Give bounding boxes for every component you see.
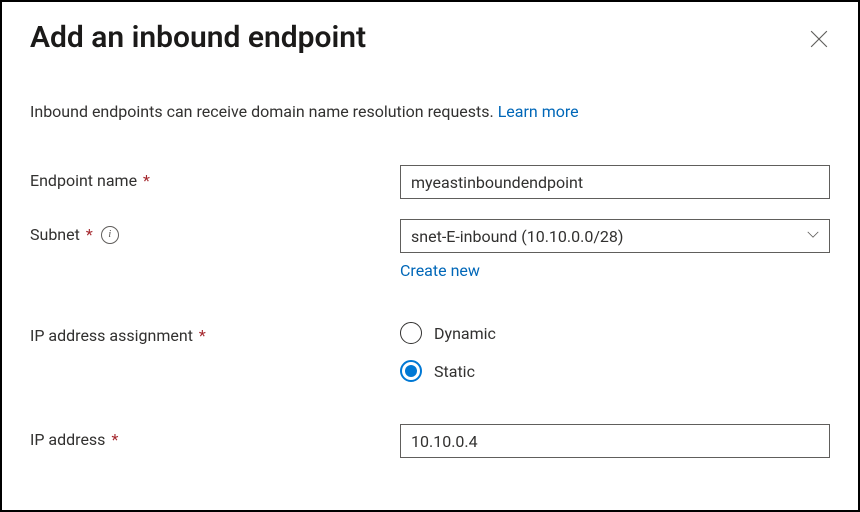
endpoint-name-control <box>400 165 830 199</box>
ip-address-label: IP address * <box>30 424 400 449</box>
required-asterisk: * <box>143 171 150 190</box>
info-icon[interactable]: i <box>101 226 119 244</box>
required-asterisk: * <box>111 430 118 449</box>
endpoint-name-label-text: Endpoint name <box>30 171 137 190</box>
radio-static-label: Static <box>434 362 475 381</box>
ip-address-label-text: IP address <box>30 430 105 449</box>
subnet-dropdown[interactable]: snet-E-inbound (10.10.0.0/28) <box>400 219 830 253</box>
subnet-label: Subnet * i <box>30 219 400 244</box>
row-ip-address: IP address * <box>30 424 830 458</box>
ip-address-input[interactable] <box>400 424 830 458</box>
row-subnet: Subnet * i snet-E-inbound (10.10.0.0/28)… <box>30 219 830 280</box>
form: Endpoint name * Subnet * i snet-E-inboun… <box>30 165 830 458</box>
close-icon <box>810 36 828 51</box>
create-new-subnet-link[interactable]: Create new <box>400 261 480 280</box>
learn-more-link[interactable]: Learn more <box>498 102 579 121</box>
radio-dynamic-indicator <box>400 322 422 344</box>
subnet-selected-value: snet-E-inbound (10.10.0.0/28) <box>411 227 623 246</box>
radio-dynamic[interactable]: Dynamic <box>400 322 830 344</box>
ip-assignment-label: IP address assignment * <box>30 320 400 345</box>
panel-title: Add an inbound endpoint <box>30 20 366 56</box>
panel-description: Inbound endpoints can receive domain nam… <box>30 102 830 121</box>
row-ip-assignment: IP address assignment * Dynamic Static <box>30 320 830 382</box>
ip-assignment-control: Dynamic Static <box>400 320 830 382</box>
subnet-dropdown-button[interactable]: snet-E-inbound (10.10.0.0/28) <box>400 219 830 253</box>
ip-address-control <box>400 424 830 458</box>
radio-static-indicator <box>400 360 422 382</box>
description-text: Inbound endpoints can receive domain nam… <box>30 102 498 121</box>
subnet-label-text: Subnet <box>30 225 80 244</box>
endpoint-name-input[interactable] <box>400 165 830 199</box>
subnet-control: snet-E-inbound (10.10.0.0/28) Create new <box>400 219 830 280</box>
ip-assignment-radio-group: Dynamic Static <box>400 322 830 382</box>
row-endpoint-name: Endpoint name * <box>30 165 830 199</box>
radio-static[interactable]: Static <box>400 360 830 382</box>
required-asterisk: * <box>86 225 93 244</box>
radio-dynamic-label: Dynamic <box>434 324 496 343</box>
required-asterisk: * <box>199 326 206 345</box>
close-button[interactable] <box>804 24 834 54</box>
panel-header: Add an inbound endpoint <box>30 20 830 56</box>
endpoint-name-label: Endpoint name * <box>30 165 400 190</box>
ip-assignment-label-text: IP address assignment <box>30 326 193 345</box>
add-inbound-endpoint-panel: Add an inbound endpoint Inbound endpoint… <box>0 0 860 512</box>
